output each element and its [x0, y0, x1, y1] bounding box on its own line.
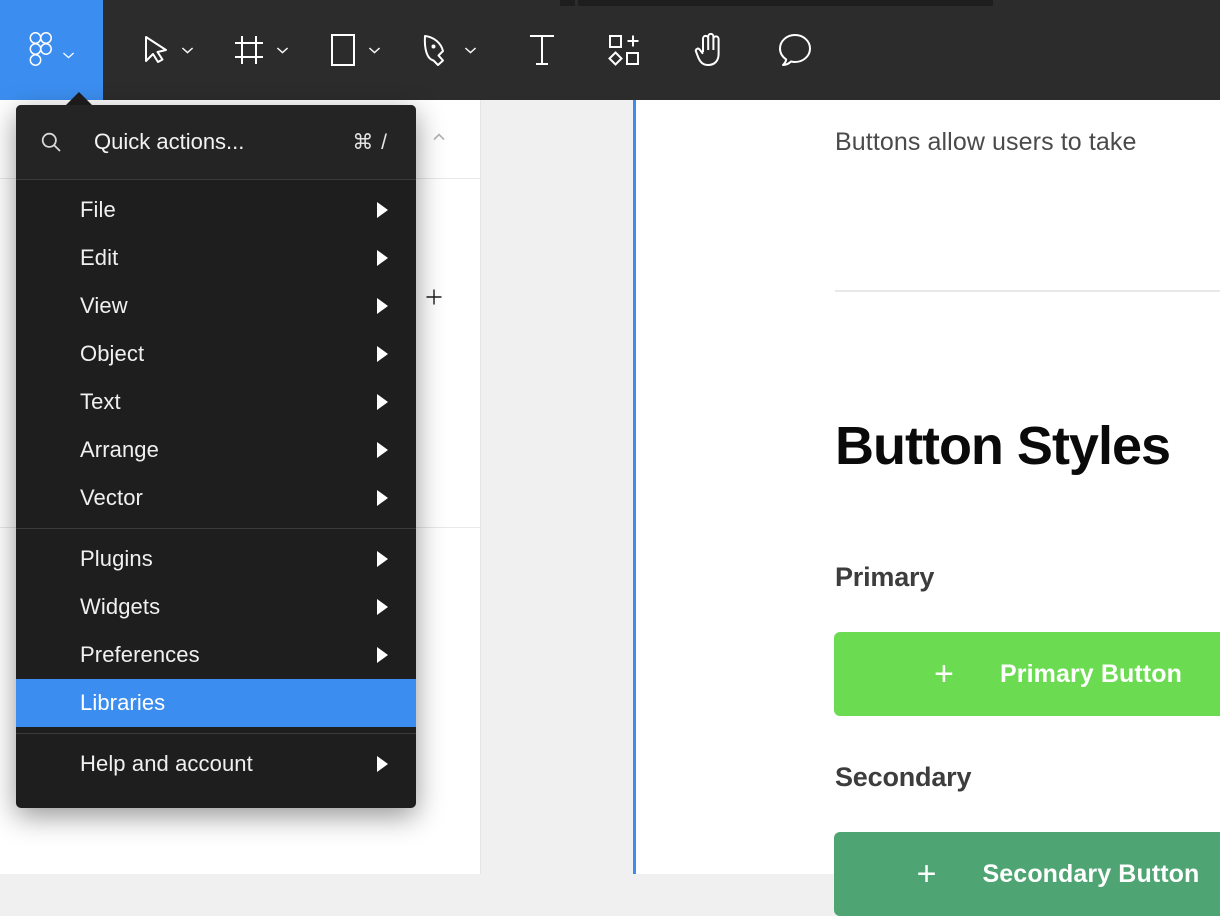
text-tool[interactable]	[477, 0, 557, 100]
primary-button-label: Primary Button	[999, 659, 1182, 688]
toolbar-tools	[103, 0, 815, 100]
menu-item-label: Text	[80, 389, 121, 414]
menu-item-preferences[interactable]: Preferences	[16, 631, 416, 679]
primary-button[interactable]: + Primary Button	[834, 632, 1220, 716]
chevron-down-icon[interactable]	[181, 46, 194, 54]
design-frame[interactable]: Buttons allow users to take Button Style…	[636, 100, 1220, 916]
submenu-arrow-icon	[377, 202, 388, 218]
submenu-arrow-icon	[377, 756, 388, 772]
group-label-primary: Primary	[835, 562, 935, 592]
menu-item-object[interactable]: Object	[16, 330, 416, 378]
menu-item-label: Libraries	[80, 690, 166, 715]
chevron-up-icon[interactable]	[430, 128, 448, 146]
submenu-arrow-icon	[377, 647, 388, 663]
menu-item-arrange[interactable]: Arrange	[16, 426, 416, 474]
chevron-down-icon[interactable]	[464, 46, 477, 54]
submenu-arrow-icon	[377, 551, 388, 567]
figma-app-window: Buttons allow users to take Button Style…	[0, 0, 1220, 916]
submenu-arrow-icon	[377, 298, 388, 314]
quick-actions-row[interactable]: Quick actions... ⌘ /	[16, 105, 416, 179]
figma-logo-icon	[29, 32, 53, 68]
menu-item-plugins[interactable]: Plugins	[16, 535, 416, 583]
plus-icon: +	[916, 855, 937, 893]
menu-item-label: Help and account	[80, 751, 253, 776]
frame-tool[interactable]	[194, 0, 289, 100]
frame-description-text: Buttons allow users to take	[835, 128, 1137, 156]
chevron-down-icon[interactable]	[368, 46, 381, 54]
actions-tool[interactable]	[557, 0, 643, 100]
menu-item-file[interactable]: File	[16, 186, 416, 234]
submenu-arrow-icon	[377, 442, 388, 458]
submenu-arrow-icon	[377, 599, 388, 615]
menu-item-libraries[interactable]: Libraries	[16, 679, 416, 727]
menu-pointer-arrow	[65, 92, 93, 106]
plus-icon[interactable]	[424, 287, 444, 307]
move-tool[interactable]	[103, 0, 194, 100]
plus-icon: +	[934, 655, 954, 693]
menu-panel: Quick actions... ⌘ / File Edit View Obje…	[16, 105, 416, 808]
menu-item-label: View	[80, 293, 128, 318]
secondary-button[interactable]: + Secondary Button	[834, 832, 1220, 916]
menu-item-label: File	[80, 197, 116, 222]
menu-group-extensions: Plugins Widgets Preferences Libraries	[16, 529, 416, 733]
menu-group-help: Help and account	[16, 734, 416, 794]
menu-group-main: File Edit View Object Text Arrange Vecto…	[16, 180, 416, 528]
submenu-arrow-icon	[377, 394, 388, 410]
menu-item-text[interactable]: Text	[16, 378, 416, 426]
search-icon	[40, 131, 62, 153]
page-title: Button Styles	[835, 416, 1171, 476]
hand-tool[interactable]	[643, 0, 729, 100]
quick-actions-shortcut: ⌘ /	[352, 130, 388, 154]
menu-item-label: Plugins	[80, 546, 153, 571]
shape-tool[interactable]	[289, 0, 381, 100]
group-label-secondary: Secondary	[835, 762, 972, 792]
figma-main-menu-button[interactable]	[0, 0, 103, 100]
top-toolbar	[0, 0, 1220, 100]
menu-item-widgets[interactable]: Widgets	[16, 583, 416, 631]
menu-item-label: Vector	[80, 485, 143, 510]
secondary-button-label: Secondary Button	[982, 859, 1200, 888]
submenu-arrow-icon	[377, 346, 388, 362]
menu-item-label: Widgets	[80, 594, 161, 619]
pen-tool[interactable]	[381, 0, 477, 100]
menu-item-vector[interactable]: Vector	[16, 474, 416, 522]
menu-item-help-and-account[interactable]: Help and account	[16, 740, 416, 788]
menu-item-label: Preferences	[80, 642, 200, 667]
submenu-arrow-icon	[377, 250, 388, 266]
frame-divider	[835, 290, 1220, 292]
menu-item-label: Object	[80, 341, 145, 366]
menu-item-view[interactable]: View	[16, 282, 416, 330]
comment-tool[interactable]	[729, 0, 815, 100]
chevron-down-icon	[62, 46, 75, 59]
quick-actions-label: Quick actions...	[94, 129, 245, 154]
menu-item-edit[interactable]: Edit	[16, 234, 416, 282]
submenu-arrow-icon	[377, 490, 388, 506]
menu-item-label: Arrange	[80, 437, 159, 462]
chevron-down-icon[interactable]	[276, 46, 289, 54]
menu-item-label: Edit	[80, 245, 119, 270]
